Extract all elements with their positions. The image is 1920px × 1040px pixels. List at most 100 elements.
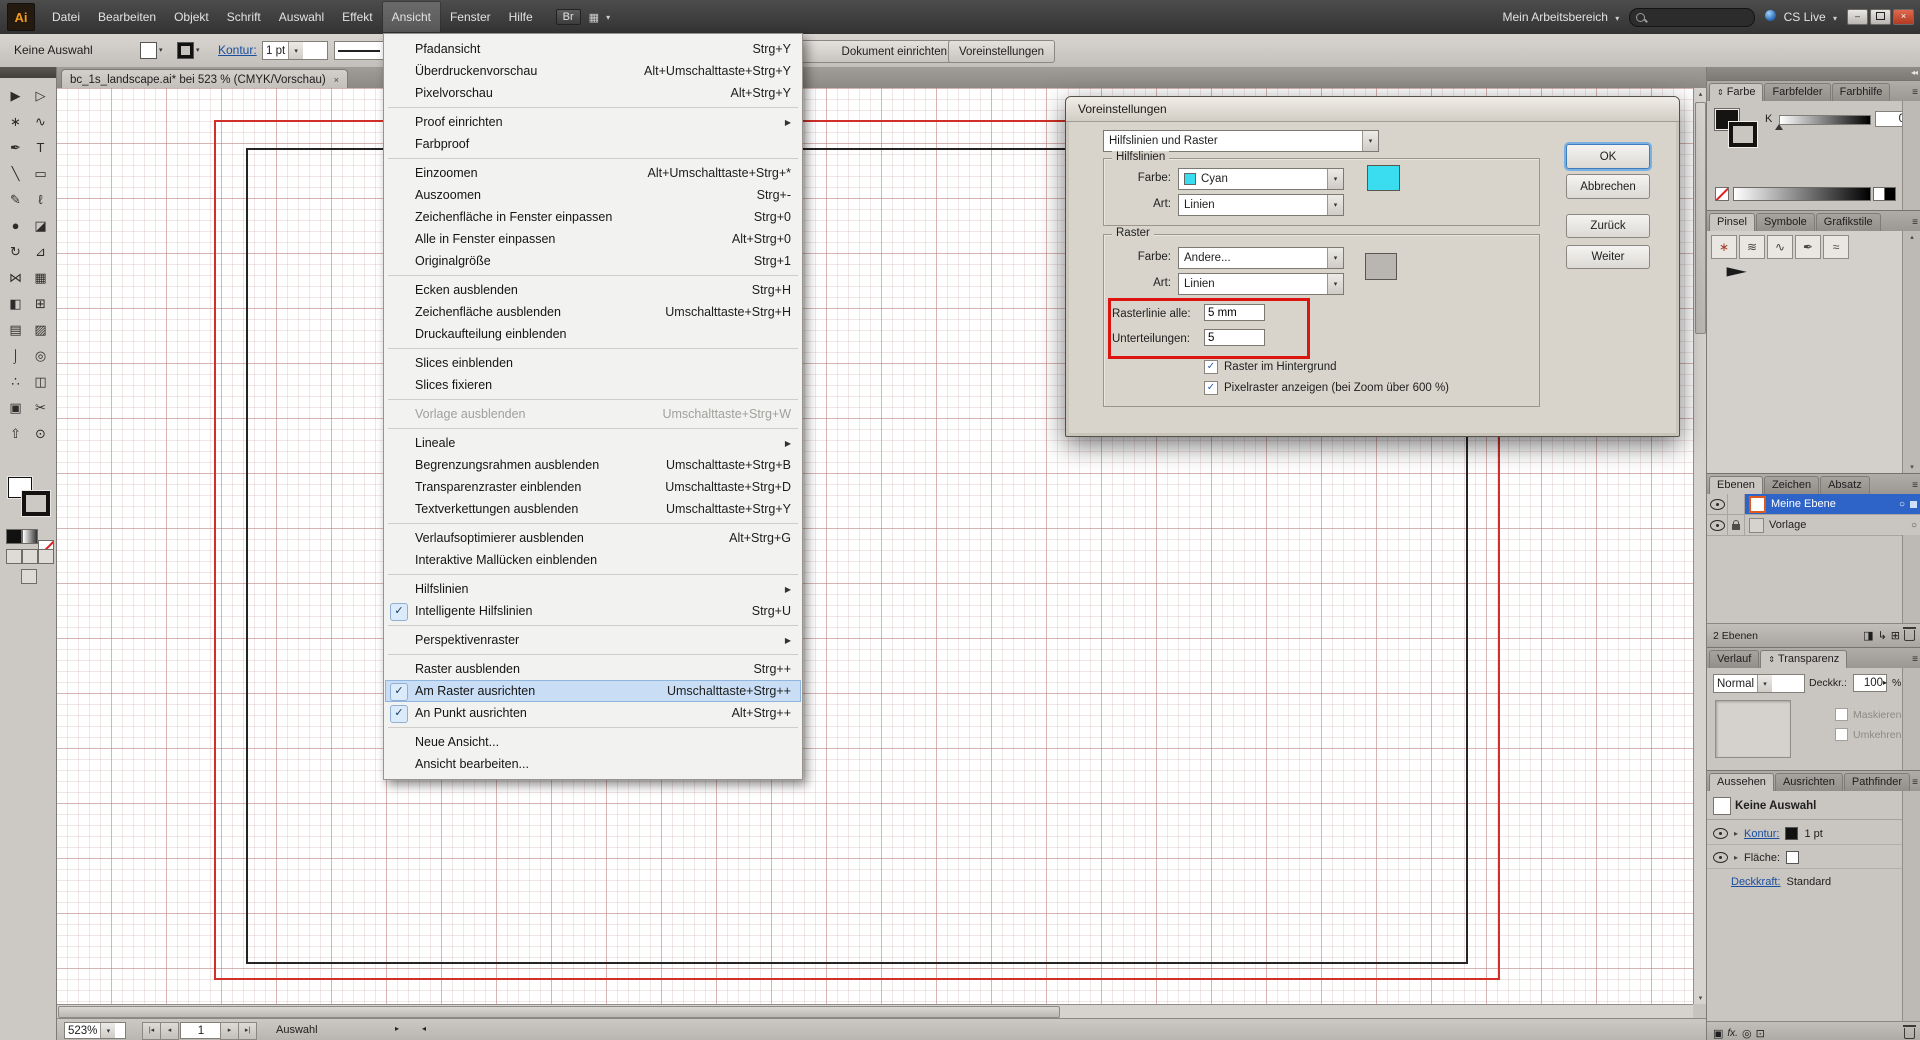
zoom-level-combobox[interactable]: 523% ▾ [64,1022,126,1039]
new-stroke-icon[interactable]: ▣ [1713,1027,1723,1040]
menu-item-intelligente-hilfslinien[interactable]: ✓Intelligente HilfslinienStrg+U [385,600,801,622]
tab-transparenz[interactable]: ⇕ Transparenz [1760,650,1847,668]
draw-normal-button[interactable] [6,549,22,564]
target-circle-icon[interactable]: ○ [1899,499,1905,510]
tab-ausrichten[interactable]: Ausrichten [1775,773,1843,791]
guides-style-combobox[interactable]: Linien ▾ [1178,194,1344,216]
stroke-proxy[interactable] [1729,122,1757,147]
draw-behind-button[interactable] [22,549,38,564]
tab-farbe[interactable]: ⇕ Farbe [1709,83,1763,101]
next-artboard-button[interactable]: ▸ [220,1022,239,1040]
tab-farbfelder[interactable]: Farbfelder [1764,83,1830,101]
menu-item-ecken-ausblenden[interactable]: Ecken ausblendenStrg+H [385,279,801,301]
tool-pen[interactable]: ✒ [3,135,28,161]
tab-aussehen[interactable]: Aussehen [1709,773,1774,791]
delete-item-icon[interactable] [1904,1028,1915,1039]
menu-item-perspektivenraster[interactable]: Perspektivenraster▶ [385,629,801,651]
opacity-attribute-row[interactable]: Deckkraft: Standard [1707,871,1920,892]
back-button[interactable]: Zurück [1566,214,1650,238]
workspace-switcher[interactable]: Mein Arbeitsbereich ▾ [1503,10,1620,24]
subdivisions-input[interactable] [1204,329,1265,346]
guides-color-combobox[interactable]: Cyan ▾ [1178,168,1344,190]
gradient-button[interactable] [22,529,38,544]
tool-width[interactable]: ⋈ [3,265,28,291]
tool-rectangle[interactable]: ▭ [28,161,53,187]
black-swatch[interactable] [1884,187,1896,201]
menu-item-transparenzraster[interactable]: Transparenzraster einblendenUmschalttast… [385,476,801,498]
tab-pathfinder[interactable]: Pathfinder [1844,773,1910,791]
fill-attribute-row[interactable]: ▸ Fläche: [1707,847,1920,868]
grid-color-combobox[interactable]: Andere... ▾ [1178,247,1344,269]
gridline-every-input[interactable] [1204,304,1265,321]
close-button[interactable]: × [1893,9,1914,25]
brush-item[interactable]: ✒ [1795,235,1821,259]
stroke-attribute-link[interactable]: Kontur: [1744,828,1779,840]
bridge-button[interactable]: Br [556,9,581,25]
tool-pencil[interactable]: ℓ [28,187,53,213]
tool-line-segment[interactable]: ╲ [3,161,28,187]
last-artboard-button[interactable]: ▸| [238,1022,257,1040]
dialog-title-bar[interactable]: Voreinstellungen [1066,97,1679,122]
panel-menu-icon[interactable]: ≡ [1912,87,1918,98]
tool-eraser[interactable]: ◪ [28,213,53,239]
k-slider[interactable] [1779,115,1871,125]
menu-item-originalgroesse[interactable]: OriginalgrößeStrg+1 [385,250,801,272]
tab-grafikstile[interactable]: Grafikstile [1816,213,1881,231]
stroke-color-swatch[interactable] [1785,827,1798,840]
brush-item[interactable]: ≈ [1823,235,1849,259]
tool-hand[interactable]: ⇧ [3,421,28,447]
menu-item-einzoomen[interactable]: EinzoomenAlt+Umschalttaste+Strg+* [385,162,801,184]
menubar-fenster[interactable]: Fenster [441,1,500,33]
tool-symbol-sprayer[interactable]: ∴ [3,369,28,395]
opacity-popup-icon[interactable]: ▸ [1883,678,1887,687]
menubar-effekt[interactable]: Effekt [333,1,381,33]
horizontal-scrollbar[interactable] [56,1004,1693,1019]
menu-item-farbproof[interactable]: Farbproof [385,133,801,155]
tool-blend[interactable]: ◎ [28,343,53,369]
tool-blob-brush[interactable]: ● [3,213,28,239]
tool-perspective-grid[interactable]: ⊞ [28,291,53,317]
tab-absatz[interactable]: Absatz [1820,476,1870,494]
minimize-button[interactable]: – [1847,9,1868,25]
menu-item-ansicht-bearbeiten[interactable]: Ansicht bearbeiten... [385,753,801,775]
draw-inside-button[interactable] [38,549,54,564]
search-input[interactable] [1629,8,1755,27]
arrow-brush-item[interactable]: ▶ [1711,261,1763,281]
previous-artboard-button[interactable]: ◂ [160,1022,179,1040]
menu-item-zeichenflaeche-ausblenden[interactable]: Zeichenfläche ausblendenUmschalttaste+St… [385,301,801,323]
first-artboard-button[interactable]: |◂ [142,1022,161,1040]
menu-item-slices-fixieren[interactable]: Slices fixieren [385,374,801,396]
tab-verlauf[interactable]: Verlauf [1709,650,1759,668]
tool-paintbrush[interactable]: ✎ [3,187,28,213]
layer-selected[interactable]: Meine Ebene ○ [1745,494,1920,514]
disclosure-icon[interactable]: ▸ [1734,829,1738,838]
menu-item-alle-einpassen[interactable]: Alle in Fenster einpassenAlt+Strg+0 [385,228,801,250]
menu-item-lineale[interactable]: Lineale▶ [385,432,801,454]
brush-item[interactable]: ≋ [1739,235,1765,259]
delete-layer-icon[interactable] [1904,630,1915,641]
menubar-auswahl[interactable]: Auswahl [270,1,333,33]
eye-icon[interactable] [1713,852,1728,863]
tab-zeichen[interactable]: Zeichen [1764,476,1819,494]
brush-item[interactable]: ∗ [1711,235,1737,259]
make-clipping-mask-icon[interactable]: ◨ [1863,629,1873,642]
menu-item-pixelvorschau[interactable]: PixelvorschauAlt+Strg+Y [385,82,801,104]
duplicate-item-icon[interactable]: ⊡ [1756,1027,1765,1040]
dock-header[interactable]: ◂◂ [1707,67,1920,80]
tab-pinsel[interactable]: Pinsel [1709,213,1755,231]
vertical-scrollbar[interactable]: ▴ ▾ [1693,88,1707,1004]
tool-scale[interactable]: ⊿ [28,239,53,265]
visibility-toggle[interactable] [1707,515,1728,535]
lock-toggle[interactable] [1728,515,1745,535]
menu-item-neue-ansicht[interactable]: Neue Ansicht... [385,731,801,753]
fill-color-picker[interactable]: ▾ [140,41,163,59]
horizontal-scroll-thumb[interactable] [58,1006,1060,1018]
new-layer-icon[interactable]: ⊞ [1891,629,1900,642]
k-slider-handle[interactable] [1775,124,1783,130]
none-swatch[interactable] [1715,187,1729,201]
stroke-weight-combobox[interactable]: 1 pt ▾ [262,41,328,60]
tool-direct-selection[interactable]: ▷ [28,83,53,109]
preferences-button[interactable]: Voreinstellungen [948,40,1055,63]
panel-menu-icon[interactable]: ≡ [1912,654,1918,665]
scroll-down-icon[interactable]: ▾ [1903,463,1920,471]
